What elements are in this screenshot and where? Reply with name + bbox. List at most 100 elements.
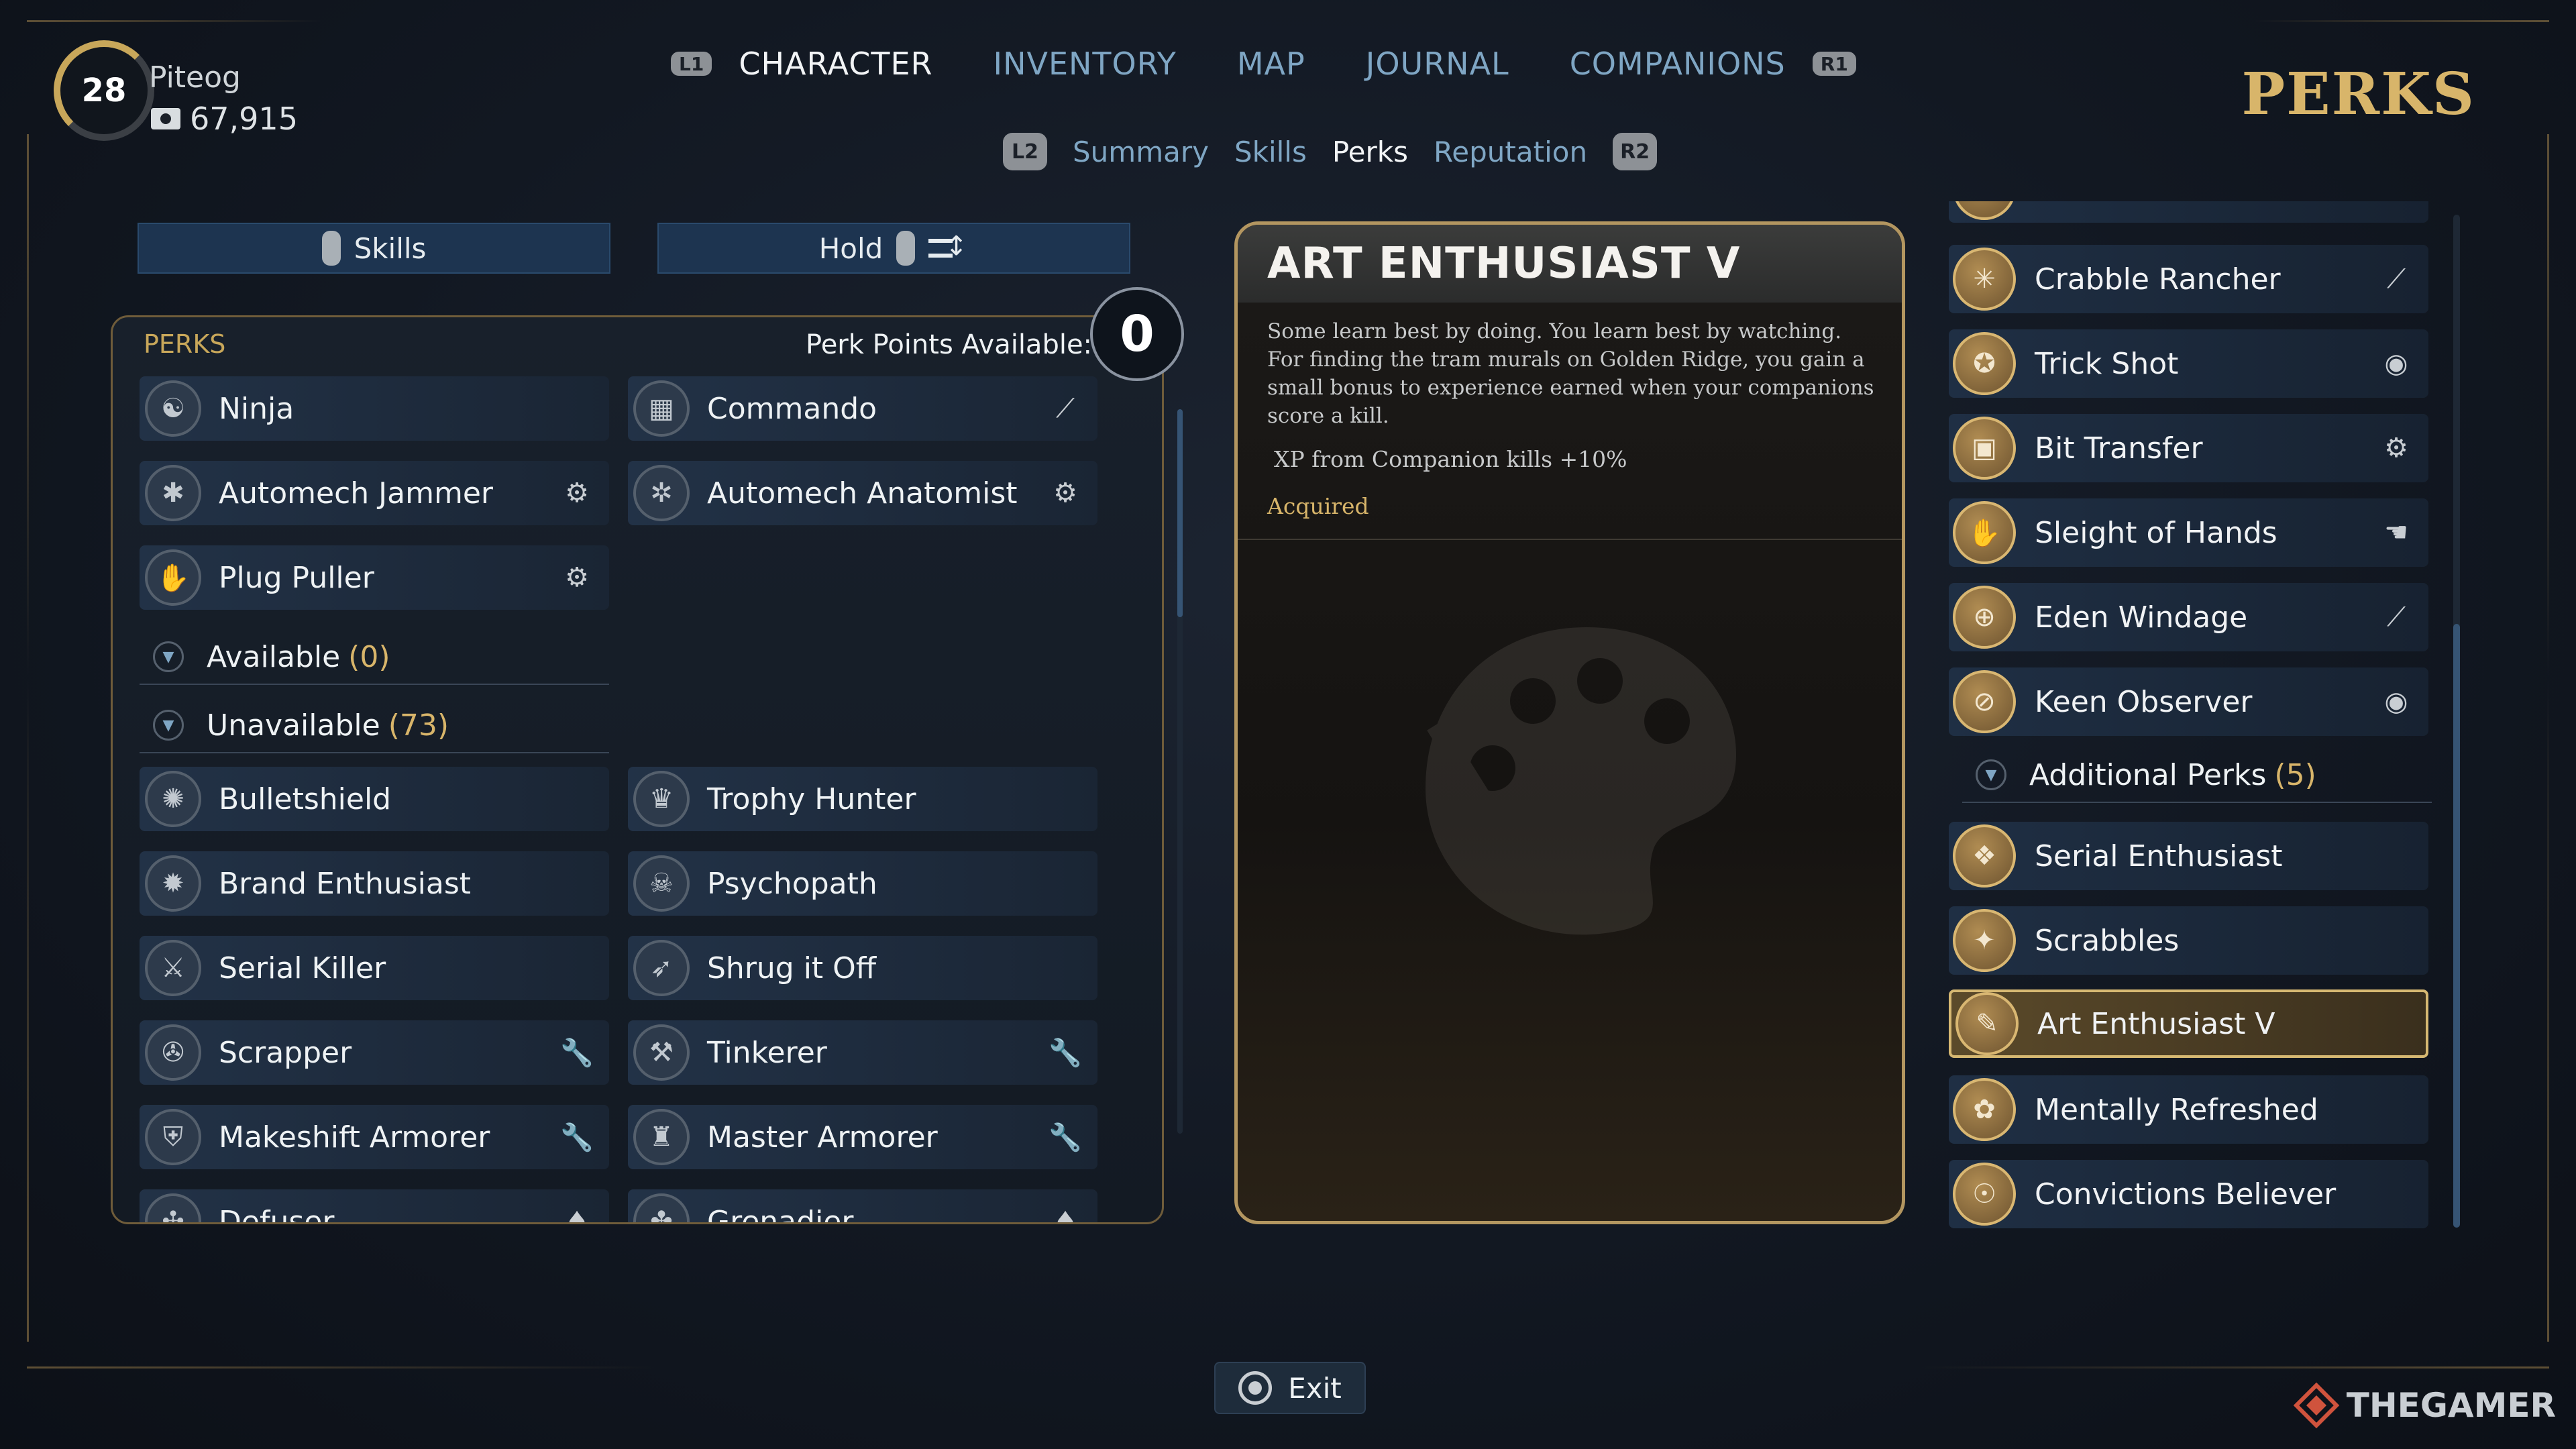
perk-card-plug-puller[interactable]: ✋ Plug Puller ⚙ <box>140 545 609 610</box>
perk-card-ninja[interactable]: ☯ Ninja <box>140 376 609 441</box>
list-item-partial[interactable] <box>1949 201 2428 223</box>
perk-card-makeshift-armorer[interactable]: ⛨ Makeshift Armorer 🔧 <box>140 1105 609 1169</box>
perk-row: ✹ Brand Enthusiast ☠ Psychopath <box>140 851 1106 916</box>
perk-card-trophy-hunter[interactable]: ♛ Trophy Hunter <box>628 767 1097 831</box>
r1-button-hint[interactable]: R1 <box>1812 52 1856 76</box>
list-item-eden-windage[interactable]: ⊕ Eden Windage ⟋ <box>1949 583 2428 651</box>
list-item-label: Keen Observer <box>2035 684 2253 719</box>
tab-character[interactable]: CHARACTER <box>739 46 932 82</box>
perk-card-commando[interactable]: ▦ Commando ⟋ <box>628 376 1097 441</box>
page-title: PERKS <box>2241 60 2475 128</box>
subtab-summary[interactable]: Summary <box>1073 136 1209 168</box>
perks-scrollbar-thumb[interactable] <box>1177 409 1183 617</box>
l2-button-hint[interactable]: L2 <box>1003 133 1047 170</box>
perk-card-grenadier[interactable]: ✤ Grenadier ♠ <box>628 1189 1097 1224</box>
list-item-sleight-of-hands[interactable]: ✋ Sleight of Hands ☚ <box>1949 498 2428 567</box>
right-list-scrollbar[interactable] <box>2453 215 2460 1228</box>
perk-name: Shrug it Off <box>707 951 877 985</box>
perk-card-master-armorer[interactable]: ♜ Master Armorer 🔧 <box>628 1105 1097 1169</box>
crabble-icon: ✳ <box>1953 248 2016 311</box>
perk-card-bulletshield[interactable]: ✺ Bulletshield <box>140 767 609 831</box>
group-available[interactable]: ▼ Available (0) <box>140 630 609 685</box>
tab-companions[interactable]: COMPANIONS <box>1570 46 1786 82</box>
perk-card-shrug-it-off[interactable]: ➶ Shrug it Off <box>628 936 1097 1000</box>
perk-card-automech-anatomist[interactable]: ✲ Automech Anatomist ⚙ <box>628 461 1097 525</box>
list-item-bit-transfer[interactable]: ▣ Bit Transfer ⚙ <box>1949 414 2428 482</box>
perk-card-tinkerer[interactable]: ⚒ Tinkerer 🔧 <box>628 1020 1097 1085</box>
list-item-mentally-refreshed[interactable]: ✿ Mentally Refreshed <box>1949 1075 2428 1144</box>
group-count: (5) <box>2274 757 2316 792</box>
group-unavailable[interactable]: ▼ Unavailable (73) <box>140 698 609 753</box>
perk-name: Serial Killer <box>219 951 386 985</box>
list-item-convictions-believer[interactable]: ☉ Convictions Believer <box>1949 1160 2428 1228</box>
hand-tag-icon: ☚ <box>2384 517 2408 548</box>
perk-name: Psychopath <box>707 866 877 901</box>
defuser-icon: ✣ <box>145 1193 201 1222</box>
exit-button[interactable]: Exit <box>1214 1362 1366 1414</box>
plug-puller-icon: ✋ <box>145 549 201 606</box>
tab-journal[interactable]: JOURNAL <box>1366 46 1509 82</box>
perk-card-psychopath[interactable]: ☠ Psychopath <box>628 851 1097 916</box>
list-item-label: Mentally Refreshed <box>2035 1092 2318 1127</box>
droid-tag-icon: ⚙ <box>565 562 589 593</box>
right-list-scrollbar-thumb[interactable] <box>2453 624 2460 1228</box>
perk-row: ⚔ Serial Killer ➶ Shrug it Off <box>140 936 1106 1000</box>
list-item-label: Eden Windage <box>2035 600 2248 635</box>
subtab-reputation[interactable]: Reputation <box>1434 136 1587 168</box>
frame-ornament-right <box>2547 134 2549 1342</box>
r2-button-hint[interactable]: R2 <box>1613 133 1658 170</box>
perks-scrollbar[interactable] <box>1177 409 1183 1134</box>
perks-panel-title: PERKS <box>144 329 226 359</box>
subtab-skills[interactable]: Skills <box>1234 136 1307 168</box>
l1-button-hint[interactable]: L1 <box>671 52 712 76</box>
gun-tag-icon: ⟋ <box>2387 602 2406 633</box>
list-item-crabble-rancher[interactable]: ✳ Crabble Rancher ⟋ <box>1949 245 2428 313</box>
sub-tab-bar: L2 Summary Skills Perks Reputation R2 <box>1003 133 1658 170</box>
subtab-perks[interactable]: Perks <box>1332 136 1408 168</box>
group-label: Available <box>207 639 341 674</box>
frame-ornament-top-right <box>2254 20 2549 22</box>
trick-shot-icon: ✪ <box>1953 332 2016 395</box>
group-additional-perks[interactable]: ▼ Additional Perks (5) <box>1962 748 2432 803</box>
stick-icon <box>321 231 341 266</box>
tab-inventory[interactable]: INVENTORY <box>994 46 1177 82</box>
chevron-down-icon: ▼ <box>153 641 184 672</box>
perk-name: Bulletshield <box>219 782 392 816</box>
perk-card-automech-jammer[interactable]: ✱ Automech Jammer ⚙ <box>140 461 609 525</box>
perk-row: ✣ Defuser ♠ ✤ Grenadier ♠ <box>140 1189 1106 1224</box>
shrug-icon: ➶ <box>633 940 690 996</box>
trophy-icon: ♛ <box>633 771 690 827</box>
palette-icon: ✎ <box>1955 992 2019 1055</box>
scrapper-icon: ✇ <box>145 1024 201 1081</box>
perk-name: Commando <box>707 391 877 426</box>
gun-tag-icon: ⟋ <box>1056 393 1075 424</box>
tab-map[interactable]: MAP <box>1237 46 1305 82</box>
credits-display: 67,915 <box>151 101 298 137</box>
list-item-trick-shot[interactable]: ✪ Trick Shot ◉ <box>1949 329 2428 398</box>
list-item-serial-enthusiast[interactable]: ❖ Serial Enthusiast <box>1949 822 2428 890</box>
perk-card-serial-killer[interactable]: ⚔ Serial Killer <box>140 936 609 1000</box>
group-count: (73) <box>388 708 449 743</box>
list-item-scrabbles[interactable]: ✦ Scrabbles <box>1949 906 2428 975</box>
serial-killer-icon: ⚔ <box>145 940 201 996</box>
grenade-tag-icon: ♠ <box>1053 1206 1077 1224</box>
skills-filter-button[interactable]: Skills <box>138 223 610 274</box>
perk-name: Scrapper <box>219 1035 352 1070</box>
ninja-icon: ☯ <box>145 380 201 437</box>
empty-slot <box>628 545 1097 610</box>
perk-card-brand-enthusiast[interactable]: ✹ Brand Enthusiast <box>140 851 609 916</box>
perk-card-defuser[interactable]: ✣ Defuser ♠ <box>140 1189 609 1224</box>
perk-card-scrapper[interactable]: ✇ Scrapper 🔧 <box>140 1020 609 1085</box>
sort-hold-button[interactable]: Hold <box>657 223 1130 274</box>
perk-name: Defuser <box>219 1204 335 1224</box>
chevron-down-icon: ▼ <box>153 710 184 741</box>
list-item-art-enthusiast-v[interactable]: ✎ Art Enthusiast V <box>1949 989 2428 1058</box>
list-item-label: Trick Shot <box>2035 346 2179 381</box>
tinkerer-icon: ⚒ <box>633 1024 690 1081</box>
master-armorer-icon: ♜ <box>633 1109 690 1165</box>
sleight-of-hands-icon: ✋ <box>1953 501 2016 564</box>
detail-description: Some learn best by doing. You learn best… <box>1267 319 1874 428</box>
list-item-keen-observer[interactable]: ⊘ Keen Observer ◉ <box>1949 667 2428 736</box>
scrabbles-icon: ✦ <box>1953 909 2016 972</box>
hold-label: Hold <box>818 231 883 265</box>
